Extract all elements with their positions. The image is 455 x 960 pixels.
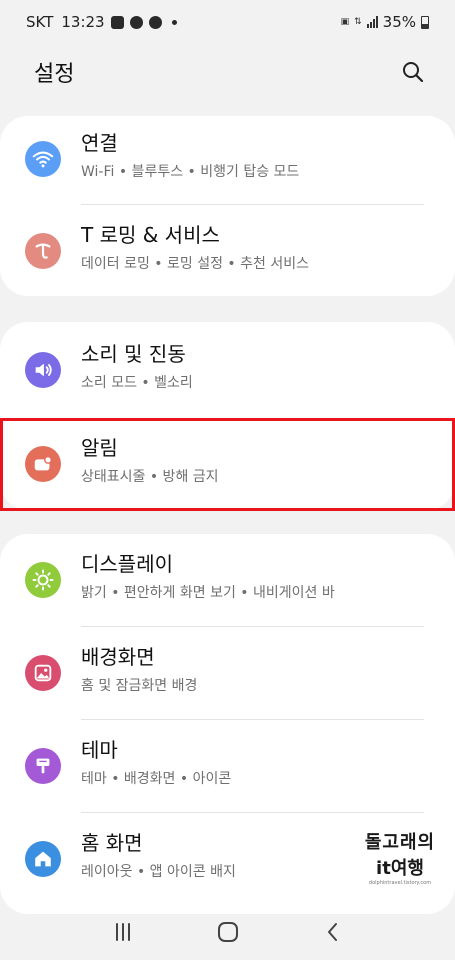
settings-item-subtitle: 데이터 로밍 • 로밍 설정 • 추천 서비스 (81, 256, 309, 272)
watermark-url: dolphintravel.tistory.com (368, 880, 432, 886)
signal-icon (366, 16, 378, 28)
back-button[interactable] (313, 912, 353, 952)
home-icon-badge (25, 841, 61, 877)
home-button[interactable] (208, 912, 248, 952)
settings-item-theme[interactable]: 테마 테마 • 배경화면 • 아이콘 (0, 720, 455, 812)
message-notification-icon (129, 15, 143, 29)
recent-apps-icon (115, 923, 130, 941)
settings-item-label: T 로밍 & 서비스 (81, 223, 220, 247)
volte-icon: ▣ (340, 17, 350, 27)
battery-icon (421, 15, 429, 29)
navigation-bar (0, 904, 455, 960)
settings-item-label: 연결 (81, 131, 118, 155)
status-bar: SKT 13:23 ▣ ⇅ 35% (0, 0, 455, 44)
settings-item-sound[interactable]: 소리 및 진동 소리 모드 • 벨소리 (0, 324, 455, 416)
header: 설정 (0, 48, 455, 96)
settings-item-subtitle: Wi-Fi • 블루투스 • 비행기 탑승 모드 (81, 164, 300, 180)
settings-item-label: 디스플레이 (81, 552, 173, 576)
watermark-line: 돌고래의 (364, 832, 436, 853)
settings-item-subtitle: 밝기 • 편안하게 화면 보기 • 내비게이션 바 (81, 585, 335, 601)
theme-icon (36, 758, 50, 774)
highlight-box (0, 418, 455, 511)
settings-item-wallpaper[interactable]: 배경화면 홈 및 잠금화면 배경 (0, 627, 455, 719)
watermark: 돌고래의 it여행 dolphintravel.tistory.com (355, 828, 445, 886)
clock: 13:23 (61, 13, 105, 31)
carrier-label: SKT (26, 13, 54, 31)
image-notification-icon (110, 15, 124, 29)
settings-item-subtitle: 테마 • 배경화면 • 아이콘 (81, 771, 232, 787)
speaker-icon (35, 363, 52, 377)
status-right: ▣ ⇅ 35% (341, 13, 429, 31)
home-icon (35, 851, 51, 867)
settings-item-display[interactable]: 디스플레이 밝기 • 편안하게 화면 보기 • 내비게이션 바 (0, 534, 455, 626)
battery-percent: 35% (382, 13, 416, 31)
watermark-line: it여행 (376, 858, 424, 879)
recent-apps-button[interactable] (103, 912, 143, 952)
wallpaper-icon-badge (25, 655, 61, 691)
search-button[interactable] (399, 58, 427, 86)
wifi-icon-badge (25, 141, 61, 177)
settings-item-label: 배경화면 (81, 645, 155, 669)
settings-item-label: 소리 및 진동 (81, 342, 186, 366)
wallpaper-icon (34, 664, 52, 682)
alert-notification-icon (148, 15, 162, 29)
speaker-icon-badge (25, 352, 61, 388)
settings-item-connections[interactable]: 연결 Wi-Fi • 블루투스 • 비행기 탑승 모드 (0, 113, 455, 205)
theme-icon-badge (25, 748, 61, 784)
more-notifications-icon (171, 19, 177, 25)
sun-icon-badge (25, 562, 61, 598)
status-left: SKT 13:23 (26, 13, 177, 31)
tmap-icon (35, 243, 51, 259)
wifi-icon (32, 151, 54, 168)
settings-item-subtitle: 홈 및 잠금화면 배경 (81, 678, 198, 694)
search-icon (403, 62, 424, 83)
back-icon (327, 923, 337, 941)
home-nav-icon (217, 922, 238, 942)
settings-item-subtitle: 소리 모드 • 벨소리 (81, 375, 193, 391)
page-title: 설정 (34, 62, 75, 87)
settings-item-t-roaming[interactable]: T 로밍 & 서비스 데이터 로밍 • 로밍 설정 • 추천 서비스 (0, 205, 455, 297)
tmap-icon-badge (25, 233, 61, 269)
sun-icon (32, 569, 54, 591)
data-arrows-icon: ⇅ (354, 17, 362, 27)
settings-item-label: 테마 (81, 738, 118, 762)
